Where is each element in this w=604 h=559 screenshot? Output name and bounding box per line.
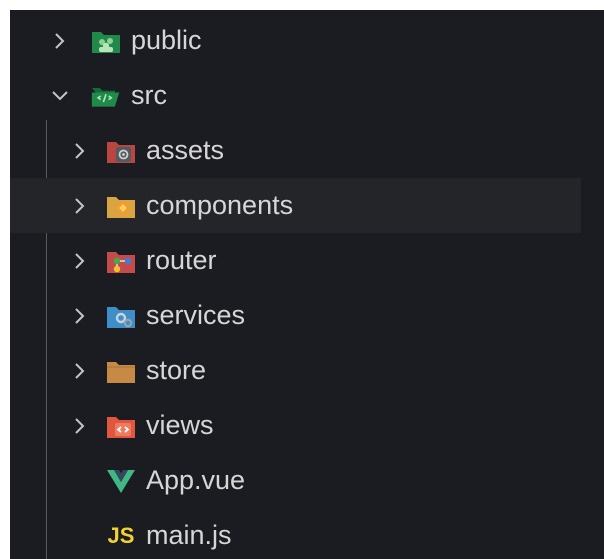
folder-router-icon	[106, 247, 136, 275]
tree-item-label: App.vue	[146, 465, 246, 495]
folder-src-open-icon	[91, 82, 121, 110]
chevron-right-icon[interactable]	[49, 30, 71, 52]
tree-item-services[interactable]: services	[10, 288, 604, 343]
folder-public-icon	[91, 27, 121, 55]
tree-item-store[interactable]: store	[10, 343, 604, 398]
tree-item-label: router	[146, 245, 217, 275]
tree-item-label: components	[146, 190, 294, 220]
folder-store-icon	[106, 357, 136, 385]
folder-assets-icon	[106, 137, 136, 165]
tree-item-label: main.js	[146, 520, 232, 550]
tree-item-app-vue[interactable]: App.vue	[10, 453, 604, 508]
tree-item-label: store	[146, 355, 207, 385]
chevron-right-icon[interactable]	[69, 140, 91, 162]
folder-components-icon	[106, 192, 136, 220]
tree-item-views[interactable]: views	[10, 398, 604, 453]
tree-item-label: public	[131, 25, 202, 55]
tree-item-public[interactable]: public	[10, 13, 604, 68]
chevron-right-icon[interactable]	[69, 195, 91, 217]
tree-item-router[interactable]: router	[10, 233, 604, 288]
file-explorer: public src assets components router serv…	[10, 10, 604, 559]
folder-views-icon	[106, 412, 136, 440]
tree-item-assets[interactable]: assets	[10, 123, 604, 178]
tree-item-label: services	[146, 300, 246, 330]
no-chevron-spacer	[69, 525, 91, 547]
javascript-file-icon-text: JS	[107, 522, 135, 548]
tree-item-label: src	[131, 80, 167, 110]
no-chevron-spacer	[69, 470, 91, 492]
tree-item-main-js[interactable]: JS main.js	[10, 508, 604, 559]
javascript-file-icon: JS	[106, 522, 136, 550]
chevron-right-icon[interactable]	[69, 250, 91, 272]
chevron-right-icon[interactable]	[69, 415, 91, 437]
tree-item-label: assets	[146, 135, 225, 165]
tree-item-components[interactable]: components	[10, 178, 581, 233]
chevron-right-icon[interactable]	[69, 305, 91, 327]
chevron-right-icon[interactable]	[69, 360, 91, 382]
tree-item-src[interactable]: src	[10, 68, 604, 123]
vue-file-icon	[106, 467, 136, 495]
tree-item-label: views	[146, 410, 214, 440]
folder-services-icon	[106, 302, 136, 330]
chevron-down-icon[interactable]	[49, 85, 71, 107]
